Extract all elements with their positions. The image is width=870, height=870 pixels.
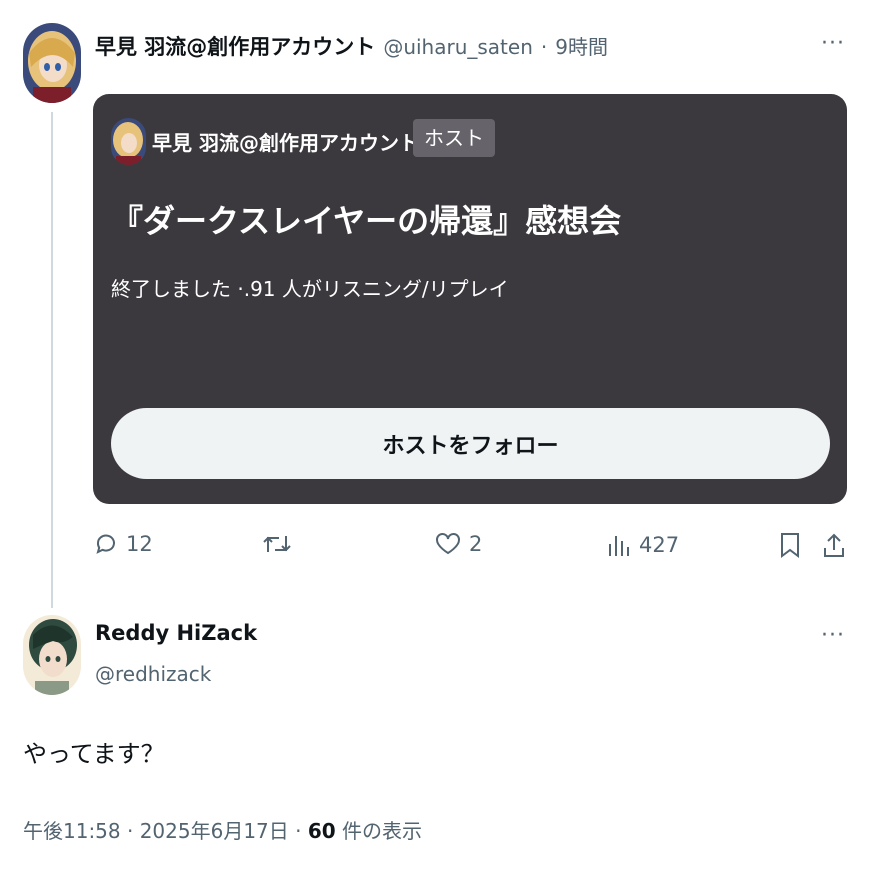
reply-author-avatar[interactable]	[23, 615, 81, 695]
author-name[interactable]: 早見 羽流@創作用アカウント	[95, 31, 375, 61]
reply-icon	[96, 534, 115, 554]
host-badge: ホスト	[413, 119, 495, 157]
retweet-action[interactable]	[262, 532, 300, 556]
reply-more-options-icon[interactable]: ···	[821, 623, 845, 648]
author-handle[interactable]: @uiharu_saten	[383, 35, 533, 59]
reply-author-name[interactable]: Reddy HiZack	[95, 621, 257, 645]
bookmark-action[interactable]	[779, 532, 801, 558]
host-name: 早見 羽流@創作用アカウント	[152, 131, 419, 155]
reply-text: やってます？	[23, 740, 165, 768]
views-chart-icon	[609, 536, 629, 556]
tweet-time[interactable]: 9時間	[555, 31, 608, 60]
share-icon	[824, 533, 844, 557]
host-avatar	[111, 118, 146, 165]
reply-view-count: 60	[307, 819, 336, 843]
reply-author-handle[interactable]: @redhizack	[95, 662, 211, 686]
header-separator: ·	[540, 35, 548, 59]
like-count: 2	[469, 532, 483, 556]
reply-count: 12	[126, 532, 153, 556]
retweet-icon	[263, 536, 291, 552]
space-title: 『ダークスレイヤーの帰還』感想会	[111, 202, 622, 240]
thread-connector-line	[51, 112, 53, 608]
view-count: 427	[639, 533, 680, 557]
heart-icon	[436, 533, 460, 555]
reply-timestamp[interactable]: 午後11:58 · 2025年6月17日 ·	[23, 819, 308, 843]
follow-host-button[interactable]: ホストをフォロー	[111, 408, 830, 479]
bookmark-icon	[781, 533, 799, 558]
like-action[interactable]: 2	[435, 532, 482, 556]
reply-meta: 午後11:58 · 2025年6月17日 · 60 件の表示	[23, 815, 422, 844]
share-action[interactable]	[822, 532, 846, 558]
author-avatar[interactable]	[23, 23, 81, 103]
reply-view-label: 件の表示	[335, 819, 423, 843]
more-options-icon[interactable]: ···	[821, 31, 845, 56]
views-action[interactable]: 427	[607, 532, 679, 558]
space-status: 終了しました ·.91 人がリスニング/リプレイ	[111, 277, 509, 301]
tweet-header: 早見 羽流@創作用アカウント @uiharu_saten · 9時間	[95, 31, 608, 61]
reply-action[interactable]: 12	[94, 532, 153, 556]
